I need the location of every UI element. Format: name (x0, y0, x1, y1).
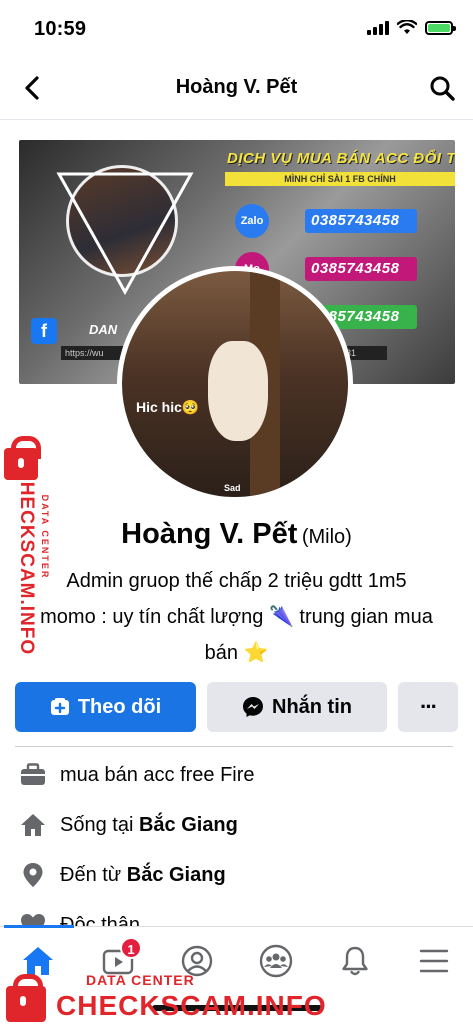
cover-banner-text: DỊCH VỤ MUA BÁN ACC ĐỔI TIỀN GA (227, 150, 455, 167)
zalo-logo: Zalo (235, 204, 269, 238)
avatar-sad-tag: Sad (224, 483, 241, 493)
info-lives: Sống tại Bắc Giang (18, 810, 238, 840)
profile-alt-name: (Milo) (301, 526, 352, 548)
tab-menu[interactable] (414, 941, 454, 981)
info-from-prefix: Đến từ (60, 863, 127, 886)
messenger-icon (242, 696, 264, 718)
cover-dan-text: DAN (89, 322, 118, 337)
watermark-bottom: DATA CENTER CHECKSCAM.INFO (0, 958, 326, 1024)
bio-line: bán ⭐ (204, 642, 269, 664)
profile-bio: Admin gruop thế chấp 2 triệu gdtt 1m5 mo… (20, 563, 453, 671)
wifi-icon (397, 20, 417, 34)
info-work: mua bán acc free Fire (18, 760, 255, 790)
info-lives-city[interactable]: Bắc Giang (139, 814, 238, 837)
profile-avatar[interactable]: Hic hic🥺 Sad (117, 266, 353, 502)
cover-phone-2: 0385743458 (305, 257, 417, 281)
follow-label: Theo dõi (77, 695, 162, 718)
page-title: Hoàng V. Pết (175, 76, 298, 98)
notification-badge: 1 (120, 937, 142, 959)
message-label: Nhắn tin (272, 695, 352, 718)
facebook-icon: f (31, 318, 57, 344)
follow-icon (50, 697, 70, 717)
info-from: Đến từ Bắc Giang (18, 860, 226, 890)
more-options-button[interactable]: ··· (398, 682, 458, 732)
bell-icon (342, 946, 368, 976)
map-pin-icon (18, 860, 48, 890)
watermark-side: DATA CENTER CHECKSCAM.INFO (0, 436, 56, 666)
search-icon (430, 76, 455, 101)
battery-icon (425, 20, 456, 35)
cellular-signal-icon (367, 20, 389, 35)
watermark-bottom-big: CHECKSCAM.INFO (56, 990, 327, 1021)
profile-name: Hoàng V. Pết (121, 518, 298, 550)
status-time: 10:59 (34, 18, 87, 40)
cover-phone-1: 0385743458 (305, 209, 417, 233)
status-icons (367, 20, 456, 35)
menu-icon (419, 949, 449, 973)
message-button[interactable]: Nhắn tin (207, 682, 387, 732)
info-from-city[interactable]: Bắc Giang (127, 864, 226, 887)
watermark-side-small: DATA CENTER (40, 494, 50, 580)
info-lives-prefix: Sống tại (60, 813, 139, 836)
tab-notifications[interactable] (335, 941, 375, 981)
active-tab-indicator (4, 925, 74, 928)
home-location-icon (18, 810, 48, 840)
search-button[interactable] (427, 73, 457, 103)
briefcase-icon (18, 760, 48, 790)
info-work-text: mua bán acc free Fire (60, 763, 255, 786)
more-icon: ··· (420, 694, 438, 719)
status-bar: 10:59 (0, 0, 473, 58)
follow-button[interactable]: Theo dõi (15, 682, 196, 732)
triangle-graphic (56, 172, 194, 296)
avatar-caption: Hic hic🥺 (136, 399, 200, 415)
cover-sub-text: MÌNH CHỈ SÀI 1 FB CHÍNH (225, 172, 455, 186)
section-divider (15, 746, 453, 747)
lock-icon (6, 974, 46, 1022)
profile-name-row: Hoàng V. Pết (Milo) (0, 518, 473, 551)
bio-line: Admin gruop thế chấp 2 triệu gdtt 1m5 (66, 570, 407, 592)
watermark-side-big: CHECKSCAM.INFO (16, 467, 37, 656)
bio-line: momo : uy tín chất lượng 🌂 trung gian mu… (40, 606, 433, 628)
avatar-cat (208, 341, 268, 441)
watermark-bottom-small: DATA CENTER (86, 972, 195, 988)
nav-bar: Hoàng V. Pết (0, 58, 473, 120)
